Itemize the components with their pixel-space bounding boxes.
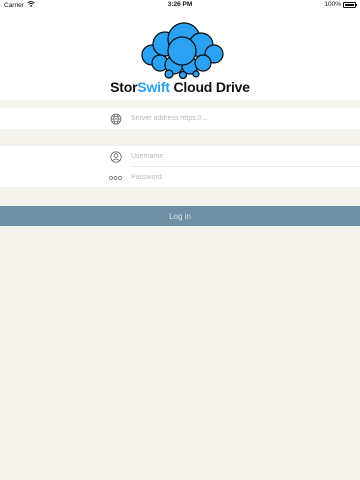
username-row bbox=[0, 146, 360, 167]
server-address-input[interactable] bbox=[131, 111, 351, 125]
cloud-logo-icon bbox=[141, 22, 224, 79]
app-title-part-3: Cloud Drive bbox=[169, 79, 250, 95]
battery-fill bbox=[345, 3, 354, 6]
app-title-part-1: Stor bbox=[110, 79, 138, 95]
battery-percent: 100% bbox=[324, 1, 341, 8]
user-icon bbox=[109, 150, 122, 163]
globe-icon bbox=[109, 112, 122, 125]
password-row bbox=[0, 167, 360, 187]
password-dots-icon bbox=[109, 171, 122, 184]
password-input[interactable] bbox=[131, 170, 351, 184]
app-title-part-2: Swift bbox=[137, 79, 170, 95]
status-right: 100% bbox=[324, 1, 357, 8]
status-bar: Carrier 3:26 PM 100% bbox=[0, 0, 360, 11]
login-button[interactable]: Log in bbox=[0, 206, 360, 226]
header: StorSwift Cloud Drive bbox=[0, 11, 360, 100]
login-screen: Carrier 3:26 PM 100% StorSwift Cloud Dri… bbox=[0, 0, 360, 480]
server-group bbox=[0, 108, 360, 129]
battery-icon bbox=[343, 1, 357, 8]
server-row bbox=[0, 108, 360, 128]
username-input[interactable] bbox=[131, 149, 351, 163]
credentials-group bbox=[0, 146, 360, 187]
app-title: StorSwift Cloud Drive bbox=[0, 79, 360, 95]
status-time: 3:26 PM bbox=[167, 1, 193, 8]
